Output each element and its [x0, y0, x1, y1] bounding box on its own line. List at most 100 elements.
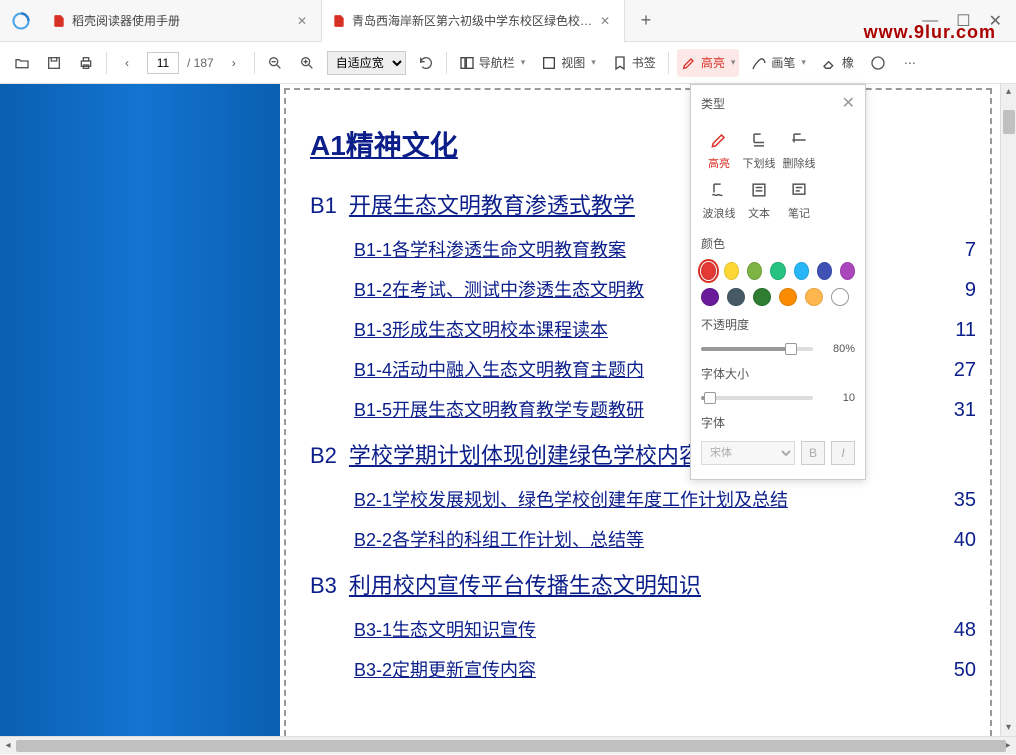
page-num: 9 [948, 279, 976, 302]
highlight-button[interactable]: 高亮▾ [677, 49, 740, 77]
color-swatch[interactable] [727, 288, 745, 306]
font-select[interactable]: 宋体 [701, 441, 795, 465]
nav-panel-button[interactable]: 导航栏▾ [455, 49, 530, 77]
close-window-icon[interactable]: ✕ [989, 11, 1002, 31]
zoom-out-button[interactable] [263, 51, 287, 75]
type-文本[interactable]: 文本 [739, 175, 779, 225]
print-button[interactable] [74, 51, 98, 75]
title: 学校学期计划体现创建绿色学校内容 [349, 438, 701, 470]
color-swatch[interactable] [817, 262, 832, 280]
bold-button[interactable]: B [801, 441, 825, 465]
opacity-slider[interactable] [701, 347, 813, 351]
toc-link[interactable]: B3-2定期更新宣传内容 [354, 656, 536, 682]
page-num: 48 [948, 619, 976, 642]
type-label: 笔记 [788, 205, 810, 221]
color-swatch[interactable] [753, 288, 771, 306]
title: 利用校内宣传平台传播生态文明知识 [349, 568, 701, 600]
new-tab-button[interactable]: + [625, 0, 667, 42]
close-icon[interactable]: ✕ [842, 93, 855, 113]
zoom-select[interactable]: 自适应宽 [327, 51, 406, 75]
tab-title: 青岛西海岸新区第六初级中学东校区绿色校… [352, 12, 592, 29]
color-swatch[interactable] [724, 262, 739, 280]
heading-b3[interactable]: B3 利用校内宣传平台传播生态文明知识 [310, 568, 976, 600]
fontsize-slider[interactable] [701, 396, 813, 400]
prev-page-button[interactable]: ‹ [115, 51, 139, 75]
tab-manual[interactable]: 稻壳阅读器使用手册 ✕ [42, 0, 322, 42]
toc-link[interactable]: B2-1学校发展规划、绿色学校创建年度工作计划及总结 [354, 486, 788, 512]
scroll-up-icon[interactable]: ▴ [1001, 84, 1016, 100]
font-label: 字体 [691, 408, 865, 437]
type-高亮[interactable]: 高亮 [699, 125, 739, 175]
page-margin [0, 84, 280, 736]
view-label: 视图 [561, 54, 585, 71]
opacity-label: 不透明度 [691, 310, 865, 339]
fontsize-slider-row: 10 [691, 388, 865, 408]
type-icon [788, 129, 810, 151]
code: B1 [310, 193, 337, 219]
bookmark-button[interactable]: 书签 [608, 49, 660, 77]
horizontal-scrollbar[interactable]: ◂ ▸ [0, 736, 1016, 754]
page-num: 50 [948, 659, 976, 682]
pdf-icon [52, 14, 66, 28]
more-button[interactable]: ⋯ [898, 51, 922, 75]
chevron-down-icon: ▾ [731, 57, 736, 68]
toc-link[interactable]: B1-4活动中融入生态文明教育主题内 [354, 356, 644, 382]
vertical-scrollbar[interactable]: ▴ ▾ [1000, 84, 1016, 736]
scroll-thumb[interactable] [1003, 110, 1015, 134]
scroll-down-icon[interactable]: ▾ [1001, 720, 1016, 736]
code: B3 [310, 573, 337, 599]
type-label: 删除线 [783, 155, 816, 171]
toc-link[interactable]: B1-1各学科渗透生命文明教育教案 [354, 236, 626, 262]
color-swatch[interactable] [840, 262, 855, 280]
rotate-button[interactable] [414, 51, 438, 75]
pen-button[interactable]: 画笔▾ [747, 49, 810, 77]
help-button[interactable] [866, 51, 890, 75]
type-下划线[interactable]: 下划线 [739, 125, 779, 175]
type-笔记[interactable]: 笔记 [779, 175, 819, 225]
close-icon[interactable]: ✕ [600, 14, 614, 28]
color-swatch[interactable] [747, 262, 762, 280]
maximize-icon[interactable]: ☐ [956, 11, 970, 31]
color-swatch[interactable] [805, 288, 823, 306]
scroll-left-icon[interactable]: ◂ [0, 737, 16, 754]
toc-row: B1-4活动中融入生态文明教育主题内27 [354, 356, 976, 382]
heading-b1[interactable]: B1开展生态文明教育渗透式教学 [310, 188, 976, 220]
color-swatch[interactable] [701, 262, 716, 280]
open-button[interactable] [10, 51, 34, 75]
type-删除线[interactable]: 删除线 [779, 125, 819, 175]
heading-b2[interactable]: B2学校学期计划体现创建绿色学校内容 [310, 438, 976, 470]
toc-link[interactable]: B1-2在考试、测试中渗透生态文明教 [354, 276, 644, 302]
close-icon[interactable]: ✕ [297, 14, 311, 28]
eraser-button[interactable]: 橡 [818, 49, 858, 77]
chevron-down-icon: ▾ [591, 57, 596, 68]
type-icon [708, 179, 730, 201]
zoom-in-button[interactable] [295, 51, 319, 75]
scroll-thumb[interactable] [16, 740, 1006, 752]
toc-link[interactable]: B3-1生态文明知识宣传 [354, 616, 536, 642]
chevron-down-icon: ▾ [521, 57, 526, 68]
type-波浪线[interactable]: 波浪线 [699, 175, 739, 225]
font-row: 宋体 B I [691, 437, 865, 469]
italic-button[interactable]: I [831, 441, 855, 465]
window-controls: — ☐ ✕ [922, 11, 1016, 31]
minimize-icon[interactable]: — [922, 12, 938, 30]
color-swatch[interactable] [794, 262, 809, 280]
heading-a1[interactable]: A1精神文化 [310, 124, 976, 164]
tab-qingdao[interactable]: 青岛西海岸新区第六初级中学东校区绿色校… ✕ [322, 0, 625, 42]
toc-link[interactable]: B2-2各学科的科组工作计划、总结等 [354, 526, 644, 552]
divider [668, 52, 669, 74]
view-button[interactable]: 视图 ▾ [537, 49, 600, 77]
color-swatch[interactable] [779, 288, 797, 306]
chevron-down-icon: ▾ [801, 57, 806, 68]
color-none[interactable] [831, 288, 849, 306]
next-page-button[interactable]: › [222, 51, 246, 75]
toc-link[interactable]: B1-5开展生态文明教育教学专题教研 [354, 396, 644, 422]
scroll-track[interactable] [16, 737, 1000, 754]
color-swatch[interactable] [770, 262, 785, 280]
type-label: 类型 [701, 95, 725, 112]
page-num: 31 [948, 399, 976, 422]
page-input[interactable] [147, 52, 179, 74]
save-button[interactable] [42, 51, 66, 75]
toc-link[interactable]: B1-3形成生态文明校本课程读本 [354, 316, 608, 342]
color-swatch[interactable] [701, 288, 719, 306]
